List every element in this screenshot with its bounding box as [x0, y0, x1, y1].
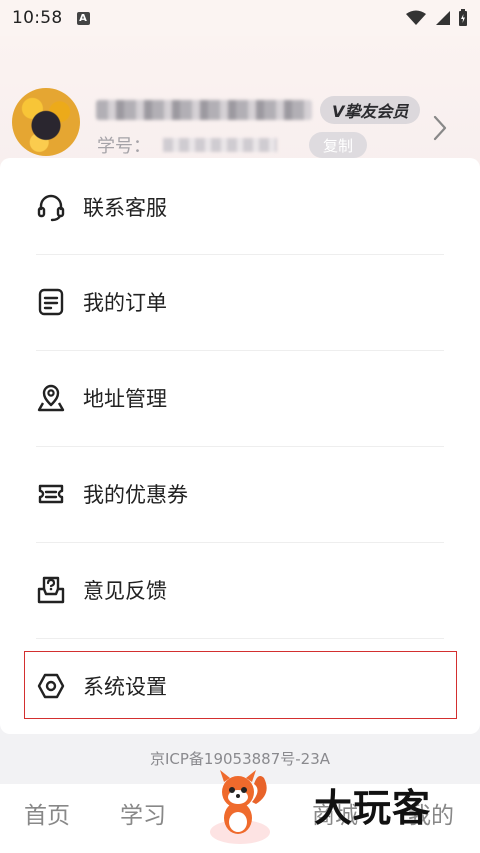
- notification-a-icon: A: [76, 11, 90, 25]
- wifi-icon: [406, 10, 426, 25]
- menu-item-orders[interactable]: 我的订单: [0, 254, 480, 350]
- student-id-row: 学号：: [97, 132, 277, 158]
- squirrel-mascot-icon[interactable]: [206, 764, 274, 844]
- order-icon: [38, 288, 64, 316]
- menu-item-label: 我的优惠券: [83, 483, 188, 507]
- menu-item-coupons[interactable]: 我的优惠券: [0, 446, 480, 542]
- signal-icon: [436, 11, 450, 25]
- headset-icon: [37, 194, 65, 222]
- menu-item-label: 联系客服: [83, 196, 167, 220]
- vip-badge[interactable]: V挚友会员: [320, 96, 421, 124]
- menu-item-label: 我的订单: [83, 291, 167, 315]
- menu-item-label: 系统设置: [83, 675, 167, 699]
- status-right: [406, 9, 468, 27]
- menu-item-label: 意见反馈: [83, 579, 167, 603]
- watermark: 大玩客: [314, 786, 432, 830]
- student-id-blurred: [163, 138, 277, 152]
- bottom-nav: 首页 学习 商城 我的 大玩客: [0, 770, 480, 853]
- menu-card: 联系客服 我的订单 地址管理 我的优惠券 意见反馈 系统设置: [0, 158, 480, 734]
- status-bar: 10:58 A: [0, 0, 480, 36]
- nav-home[interactable]: 首页: [24, 796, 70, 830]
- menu-item-settings[interactable]: 系统设置: [0, 638, 480, 734]
- status-time: 10:58: [12, 8, 63, 28]
- avatar[interactable]: [12, 88, 80, 156]
- menu-item-feedback[interactable]: 意见反馈: [0, 542, 480, 638]
- menu-item-label: 地址管理: [83, 387, 167, 411]
- student-id-label: 学号：: [97, 136, 151, 157]
- username-blurred: [96, 100, 312, 120]
- feedback-icon: [37, 576, 65, 604]
- chevron-right-icon[interactable]: [430, 114, 450, 142]
- location-icon: [37, 384, 65, 412]
- settings-icon: [37, 673, 65, 699]
- battery-icon: [459, 9, 467, 26]
- menu-item-address[interactable]: 地址管理: [0, 350, 480, 446]
- copy-button[interactable]: 复制: [309, 132, 367, 158]
- coupon-icon: [38, 484, 64, 504]
- nav-study[interactable]: 学习: [120, 796, 166, 830]
- menu-item-customer-service[interactable]: 联系客服: [0, 158, 480, 254]
